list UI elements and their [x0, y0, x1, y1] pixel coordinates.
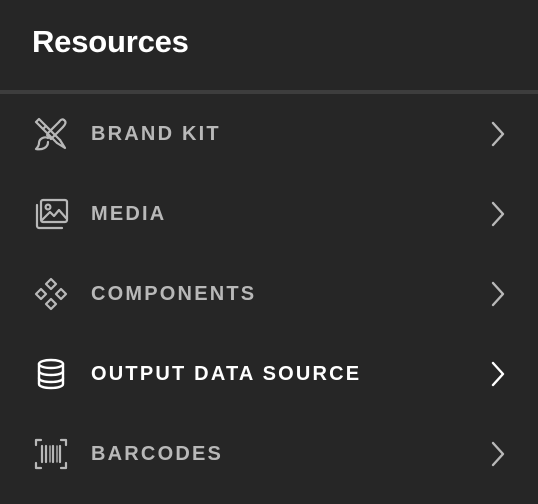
menu-item-label: MEDIA: [91, 202, 167, 225]
components-icon: [33, 276, 69, 312]
brush-pencil-icon: [33, 116, 69, 152]
panel-title: Resources: [32, 24, 189, 59]
resources-panel: Resources BRAND KIT MEDIA COMPONENTS OUT…: [0, 0, 538, 504]
menu-item-brand-kit[interactable]: BRAND KIT: [0, 94, 538, 174]
menu-item-media[interactable]: MEDIA: [0, 174, 538, 254]
resources-menu: BRAND KIT MEDIA COMPONENTS OUTPUT DATA S…: [0, 94, 538, 494]
images-icon: [33, 196, 69, 232]
menu-item-label: BARCODES: [91, 442, 224, 465]
barcode-icon: [33, 436, 69, 472]
chevron-right-icon: [488, 280, 508, 308]
chevron-right-icon: [488, 440, 508, 468]
menu-item-label: BRAND KIT: [91, 122, 221, 145]
menu-item-components[interactable]: COMPONENTS: [0, 254, 538, 334]
panel-header: Resources: [0, 0, 538, 90]
chevron-right-icon: [488, 200, 508, 228]
database-icon: [33, 356, 69, 392]
chevron-right-icon: [488, 360, 508, 388]
menu-item-label: OUTPUT DATA SOURCE: [91, 362, 362, 385]
menu-item-output-data-source[interactable]: OUTPUT DATA SOURCE: [0, 334, 538, 414]
chevron-right-icon: [488, 120, 508, 148]
menu-item-label: COMPONENTS: [91, 282, 257, 305]
menu-item-barcodes[interactable]: BARCODES: [0, 414, 538, 494]
